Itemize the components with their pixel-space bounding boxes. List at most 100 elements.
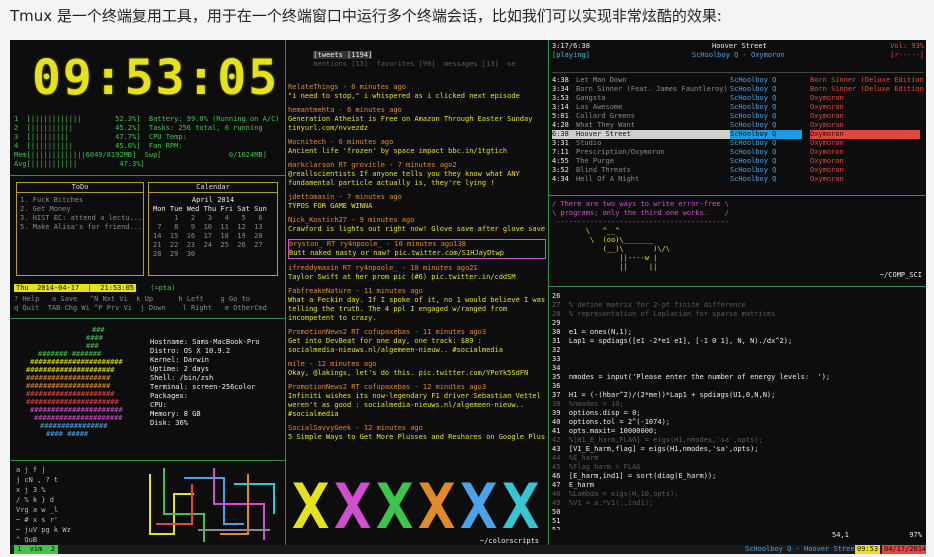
calendar-row: 1 2 3 4 5 6 [153, 214, 263, 222]
tweet[interactable]: markclarson RT grovicle - 7 minutes ago2… [288, 161, 546, 188]
code-line[interactable]: 42 %[H1_E_harm,FLAG] = eigs(H1,nmodes,'s… [552, 436, 924, 445]
code-line[interactable]: 39 options.disp = 0; [552, 409, 924, 418]
code-line[interactable]: 32 [552, 346, 924, 355]
htop-pane[interactable]: 1 [|||||||||||| 52.3%] Battery: 99.0% (R… [14, 115, 282, 175]
track-row[interactable]: 3:31 Studio ScHoolboy Q Oxymoron [552, 139, 924, 148]
code-line[interactable]: 51 [552, 517, 924, 526]
tweet[interactable]: ifreddymaxin RT ry4npoole_ - 10 minutes … [288, 264, 546, 282]
code-line[interactable]: 43 [V1_E_harm,flag] = eigs(H1,nmodes,'sa… [552, 445, 924, 454]
tmux-status-bar: 1 vim 2 ScHoolboy Q - Hoover Street 09:5… [10, 545, 926, 554]
track-row[interactable]: 3:14 Los Awesome ScHoolboy Q Oxymoron [552, 103, 924, 112]
code-line[interactable]: 29 [552, 319, 924, 328]
tweet[interactable]: FabfreakeNature - 11 minutes ago What a F… [288, 287, 546, 323]
sysinfo-pane: Hostname: Sams-MacBook-Pro Distro: OS X … [150, 338, 284, 448]
code-line[interactable]: 40 options.tol = 2^(-1074); [552, 418, 924, 427]
code-line[interactable]: 48 %Lambda = eigs(H,10,opts); [552, 490, 924, 499]
track-row[interactable]: 4:55 The Purge ScHoolboy Q Oxymoron [552, 157, 924, 166]
track-row[interactable]: 3:52 Blind Threats ScHoolboy Q Oxymoron [552, 166, 924, 175]
code-line[interactable]: 46 [E_harm,ind1] = sort(diag(E_harm)); [552, 472, 924, 481]
pane-divider-right [548, 40, 549, 548]
cursor-position: 54,1 [832, 531, 849, 539]
code-line[interactable]: 49 %V1 = a.*V1(:,ind1); [552, 499, 924, 508]
code-line[interactable]: 26 [552, 292, 924, 301]
tweet[interactable]: PromotionNews2 RT cofupaxebas - 12 minut… [288, 383, 546, 419]
code-line[interactable]: 35 nmodes = input('Please enter the numb… [552, 373, 924, 382]
tab-tweets[interactable]: [tweets [1194] [313, 51, 373, 59]
code-line[interactable]: 50 [552, 508, 924, 517]
code-line[interactable]: 45 %Flag_harm = FLAG [552, 463, 924, 472]
code-line[interactable]: 31 Lap1 = spdiags([e1 -2*e1 e1], [-1 0 1… [552, 337, 924, 346]
tweet-user[interactable]: FabfreakeNature - 11 minutes ago [288, 287, 546, 296]
music-volume[interactable]: Vol: 93% [890, 42, 924, 51]
tweet-user[interactable]: PromotionNews2 RT cofupaxebas - 12 minut… [288, 383, 546, 392]
tweet-text: incompetent to crazy. [288, 314, 377, 322]
tweet[interactable]: SocialSavvyGeek - 12 minutes ago 5 Simple… [288, 424, 546, 442]
cowsay-pane[interactable]: / There are two ways to write error-free… [552, 200, 924, 284]
tweet[interactable]: Nick_Kostich27 - 9 minutes ago Crawford i… [288, 216, 546, 234]
tweet-user[interactable]: hemantmehta - 6 minutes ago [288, 106, 546, 115]
tweet-user[interactable]: markclarson RT grovicle - 7 minutes ago2 [288, 161, 546, 170]
track-row[interactable]: 4:34 Hell Of A Night ScHoolboy Q Oxymoron [552, 175, 924, 184]
code-line[interactable]: 37 H1 = (-(hbar^2)/(2*me))*Lap1 + spdiag… [552, 391, 924, 400]
tweet-user[interactable]: Nick_Kostich27 - 9 minutes ago [288, 216, 546, 225]
tweet[interactable]: hemantmehta - 6 minutes ago Generation At… [288, 106, 546, 133]
code-line[interactable]: 33 [552, 355, 924, 364]
track-row[interactable]: 6:38 Hoover Street ScHoolboy Q Oxymoron [552, 130, 924, 139]
calendar-box[interactable]: Calendar April 2014 Mon Tue Wed Thu Fri … [148, 182, 278, 276]
tweet-user[interactable]: Wocnitech - 6 minutes ago [288, 138, 546, 147]
tweet[interactable]: mile - 12 minutes ago Okay, @lakings, let… [288, 360, 546, 378]
colorscript-x: X [460, 470, 498, 543]
code-lines[interactable]: 26 27 % define matrix for 2-pt finite dif… [552, 292, 924, 530]
tweet-user[interactable]: PromotionNews2 RT cofupaxebas - 11 minut… [288, 328, 546, 337]
tweet[interactable]: PromotionNews2 RT cofupaxebas - 11 minut… [288, 328, 546, 355]
todo-item[interactable]: 3. HIST EC: attend a lectu... [20, 214, 142, 223]
track-album: Oxymoron [810, 103, 844, 111]
track-row[interactable]: 4:38 Let Man Down ScHoolboy Q Born Sinner (… [552, 76, 924, 85]
code-line[interactable]: 30 e1 = ones(N,1); [552, 328, 924, 337]
code-line[interactable]: 27 % define matrix for 2-pt finite diffe… [552, 301, 924, 310]
code-line[interactable]: 38 %nmodes = 10; [552, 400, 924, 409]
tweet-user[interactable]: RelateThings - 6 minutes ago [288, 83, 546, 92]
tweet-user[interactable]: jdettomasin - 7 minutes ago [288, 193, 546, 202]
tweet[interactable]: jdettomasin - 7 minutes ago TYPOS FOR GAM… [288, 193, 546, 211]
matrix-rain: a j f | j cN , ? t x j 3 % / % k } d Vrg… [12, 464, 142, 546]
tweet-user[interactable]: SocialSavvyGeek - 12 minutes ago [288, 424, 546, 433]
matrix-rain-icon: a j f | j cN , ? t x j 3 % / % k } d Vrg… [16, 466, 71, 544]
track-row[interactable]: 4:28 What They Want ScHoolboy Q Oxymoron [552, 121, 924, 130]
todo-box[interactable]: ToDo 1. Fuck Bitches 2. Get Money 3. HIS… [16, 182, 144, 276]
tweet-user[interactable]: bryston_ RT ry4npoole_ - 10 minutes ago1… [289, 240, 545, 249]
tweet-user[interactable]: ifreddymaxin RT ry4npoole_ - 10 minutes … [288, 264, 546, 273]
code-line[interactable]: 47 E_harm [552, 481, 924, 490]
tweet[interactable]: bryston_ RT ry4npoole_ - 10 minutes ago1… [288, 239, 546, 259]
colorscript-x: X [334, 470, 372, 543]
tweet-user[interactable]: mile - 12 minutes ago [288, 360, 546, 369]
code-line[interactable]: 52 [552, 526, 924, 530]
todo-item[interactable]: 1. Fuck Bitches [20, 196, 140, 205]
tweet[interactable]: Wocnitech - 6 minutes ago Ancient life 'f… [288, 138, 546, 156]
track-row[interactable]: 7:11 Prescription/Oxymoron ScHoolboy Q Oxym… [552, 148, 924, 157]
tweet[interactable]: RelateThings - 6 minutes ago "i need to s… [288, 83, 546, 101]
pane-divider-h2 [10, 318, 285, 319]
code-line[interactable]: 34 [552, 364, 924, 373]
status-date: 04/17/2014 [882, 545, 926, 554]
track-list[interactable]: 4:38 Let Man Down ScHoolboy Q Born Sinner (… [552, 76, 924, 184]
track-row[interactable]: 3:53 Gangsta ScHoolboy Q Oxymoron [552, 94, 924, 103]
terminal-window[interactable]: 09:53:05 1 [|||||||||||| 52.3%] Battery:… [10, 40, 926, 554]
svg-text:####### #######: ####### ####### [38, 350, 102, 358]
code-line[interactable]: 36 [552, 382, 924, 391]
code-line[interactable]: 41 opts.maxit= 10000000; [552, 427, 924, 436]
track-row[interactable]: 5:01 Collard Greens ScHoolboy Q Oxymoron [552, 112, 924, 121]
tab-others[interactable]: mentions [13] favorites [90] messages [1… [313, 60, 515, 68]
track-len: 3:53 [552, 94, 569, 102]
code-line[interactable]: 28 % representation of Laplacian for spa… [552, 310, 924, 319]
code-line[interactable]: 44 %E_harm [552, 454, 924, 463]
twitter-pane[interactable]: [tweets [1194] mentions [13] favorites [… [288, 42, 546, 460]
window-list[interactable]: 1 vim 2 [14, 545, 58, 554]
sysinfo-line: Packages: [150, 392, 188, 400]
todo-item[interactable]: 5. Make Alisa's for friend... [20, 223, 142, 232]
track-row[interactable]: 3:34 Born Sinner (Feat. James Fauntleroy)… [552, 85, 924, 94]
todo-item[interactable]: 2. Get Money [20, 205, 140, 214]
music-pane[interactable]: 3:17/6:38 Hoover Street Vol: 93% [playin… [552, 42, 924, 192]
twitter-tabs[interactable]: [tweets [1194] mentions [13] favorites [… [288, 42, 546, 78]
vim-pane[interactable]: 26 27 % define matrix for 2-pt finite dif… [552, 292, 924, 530]
